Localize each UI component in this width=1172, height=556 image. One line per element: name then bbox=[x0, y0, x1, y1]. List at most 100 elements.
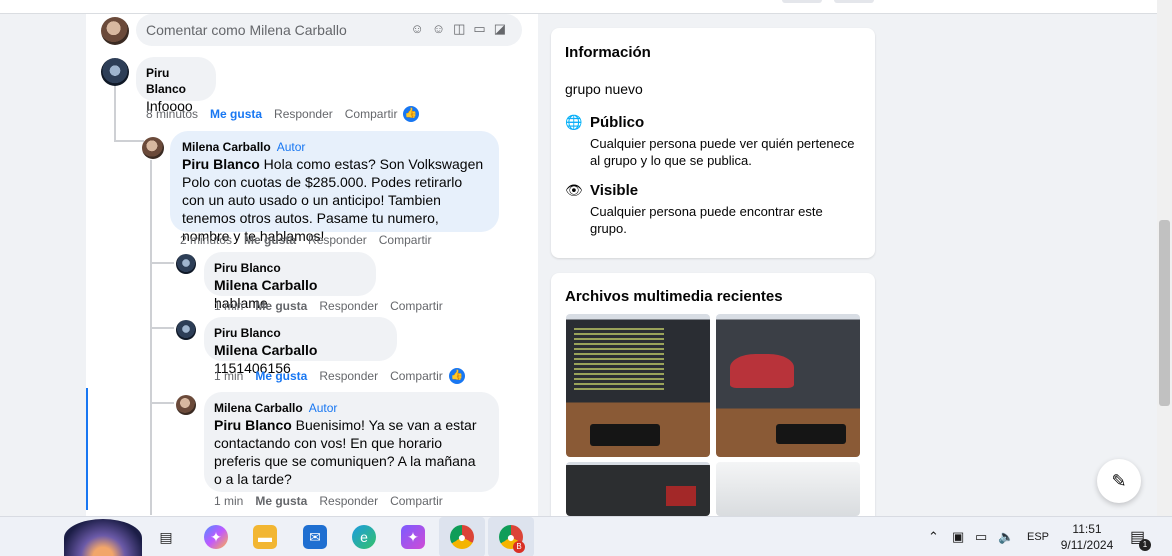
car-image bbox=[730, 354, 794, 388]
top-button-1[interactable] bbox=[782, 0, 822, 3]
comment-mention[interactable]: Piru Blanco bbox=[214, 417, 292, 433]
avatar[interactable] bbox=[176, 320, 196, 340]
console-image bbox=[776, 424, 846, 444]
author-badge: Autor bbox=[276, 140, 306, 154]
comment-bubble: Piru Blanco Infoooo bbox=[136, 57, 216, 114]
comment-input[interactable]: Comentar como Milena Carballo ☺☺◫▭◪ bbox=[136, 14, 522, 46]
globe-icon: 🌐 bbox=[565, 114, 583, 130]
comment-author[interactable]: Piru Blanco bbox=[146, 65, 204, 97]
share-button[interactable]: Compartir bbox=[345, 107, 398, 121]
comment-bubble: Piru Blanco Milena Carballo 1151406156 bbox=[204, 317, 397, 376]
visibility-title: Visible bbox=[590, 182, 639, 199]
group-description: grupo nuevo bbox=[565, 81, 643, 97]
reply-button[interactable]: Responder bbox=[319, 369, 378, 383]
privacy-row: 🌐 Público Cualquier persona puede ver qui… bbox=[565, 114, 855, 169]
weather-widget-icon[interactable] bbox=[64, 519, 142, 556]
network-icon[interactable]: ▭ bbox=[975, 529, 987, 545]
comment-mention[interactable]: Milena Carballo bbox=[214, 277, 317, 293]
edge-icon[interactable]: e bbox=[352, 525, 376, 549]
like-button[interactable]: Me gusta bbox=[255, 299, 307, 313]
author-name[interactable]: Milena Carballo bbox=[214, 401, 303, 415]
media-thumbnail[interactable] bbox=[716, 462, 860, 516]
clock[interactable]: 11:51 9/11/2024 bbox=[1052, 521, 1122, 553]
comment-actions: 8 minutos Me gusta Responder Compartir bbox=[146, 107, 409, 121]
reply-button[interactable]: Responder bbox=[274, 107, 333, 121]
comment-actions: 1 min Me gusta Responder Compartir bbox=[214, 494, 455, 508]
comment-time[interactable]: 8 minutos bbox=[146, 107, 198, 121]
camera-icon[interactable]: ◫ bbox=[453, 21, 473, 36]
emoji-icon[interactable]: ☺ bbox=[432, 21, 453, 36]
comment-author: Milena Carballo Autor bbox=[182, 139, 487, 155]
like-reaction-icon[interactable]: 👍 bbox=[449, 368, 465, 384]
comment-input-placeholder: Comentar como Milena Carballo bbox=[146, 22, 347, 38]
comment-mention[interactable]: Piru Blanco bbox=[182, 156, 260, 172]
comment-time[interactable]: 1 min bbox=[214, 369, 243, 383]
taskbar: ▤ ✦ ▬ ✉ e ✦ ● ● B ⌃ ▣ ▭ 🔈 ESP 11:51 9/11… bbox=[0, 516, 1172, 556]
thread-line bbox=[150, 160, 152, 515]
comment-actions: 1 min Me gusta Responder Compartir bbox=[214, 369, 455, 383]
comment-author[interactable]: Piru Blanco bbox=[214, 260, 364, 276]
like-reaction-icon[interactable]: 👍 bbox=[403, 106, 419, 122]
compose-icon: ✎ bbox=[1111, 471, 1127, 491]
reply-button[interactable]: Responder bbox=[319, 494, 378, 508]
left-pane bbox=[0, 14, 86, 516]
comment-author: Milena Carballo Autor bbox=[214, 400, 487, 416]
media-thumbnail[interactable] bbox=[716, 314, 860, 457]
like-button[interactable]: Me gusta bbox=[244, 233, 296, 247]
selected-thread-indicator bbox=[86, 388, 88, 510]
share-button[interactable]: Compartir bbox=[390, 369, 443, 383]
like-button[interactable]: Me gusta bbox=[255, 494, 307, 508]
console-image bbox=[590, 424, 660, 446]
new-message-button[interactable]: ✎ bbox=[1097, 459, 1141, 503]
avatar[interactable] bbox=[101, 17, 129, 45]
chevron-up-icon[interactable]: ⌃ bbox=[928, 529, 939, 545]
info-card: Información grupo nuevo 🌐 Público Cualqui… bbox=[551, 28, 875, 258]
meet-icon[interactable]: ▣ bbox=[952, 529, 964, 545]
like-button[interactable]: Me gusta bbox=[210, 107, 262, 121]
comment-time[interactable]: 2 minutos bbox=[180, 233, 232, 247]
share-button[interactable]: Compartir bbox=[390, 494, 443, 508]
chrome-profile-icon[interactable]: ● bbox=[450, 525, 474, 549]
top-button-2[interactable] bbox=[834, 0, 874, 3]
comment-mention[interactable]: Milena Carballo bbox=[214, 342, 317, 358]
comment-time[interactable]: 1 min bbox=[214, 494, 243, 508]
avatar[interactable] bbox=[176, 395, 196, 415]
gif-icon[interactable]: ▭ bbox=[473, 21, 493, 36]
chrome-profile-badge: B bbox=[513, 541, 525, 553]
comment-author[interactable]: Piru Blanco bbox=[214, 325, 385, 341]
file-explorer-icon[interactable]: ▬ bbox=[253, 525, 277, 549]
avatar[interactable] bbox=[142, 137, 164, 159]
sticker-icon[interactable]: ◪ bbox=[494, 21, 514, 36]
clock-time: 11:51 bbox=[1072, 522, 1102, 536]
privacy-title: Público bbox=[590, 114, 645, 131]
copilot-icon[interactable]: ✦ bbox=[204, 525, 228, 549]
volume-icon[interactable]: 🔈 bbox=[998, 529, 1014, 545]
media-thumbnail[interactable] bbox=[566, 462, 710, 516]
author-name[interactable]: Milena Carballo bbox=[182, 140, 271, 154]
language-indicator[interactable]: ESP bbox=[1027, 531, 1049, 543]
comment-actions: 1 min Me gusta Responder Compartir bbox=[214, 299, 455, 313]
reply-button[interactable]: Responder bbox=[308, 233, 367, 247]
share-button[interactable]: Compartir bbox=[379, 233, 432, 247]
media-title: Archivos multimedia recientes bbox=[565, 288, 783, 305]
media-thumbnail[interactable] bbox=[566, 314, 710, 457]
avatar-sticker-icon[interactable]: ☺ bbox=[411, 21, 432, 36]
avatar[interactable] bbox=[101, 58, 129, 86]
mail-icon[interactable]: ✉ bbox=[303, 525, 327, 549]
thread-line bbox=[150, 327, 174, 329]
comment-actions: 2 minutos Me gusta Responder Compartir bbox=[180, 233, 443, 247]
copilot-app-icon[interactable]: ✦ bbox=[401, 525, 425, 549]
share-button[interactable]: Compartir bbox=[390, 299, 443, 313]
comment-time[interactable]: 1 min bbox=[214, 299, 243, 313]
task-view-icon[interactable]: ▤ bbox=[154, 525, 178, 549]
visibility-row: 👁 Visible Cualquier persona puede encontr… bbox=[565, 182, 855, 237]
avatar[interactable] bbox=[176, 254, 196, 274]
author-badge: Autor bbox=[308, 401, 338, 415]
comment-bubble: Milena Carballo Autor Piru Blanco Hola co… bbox=[170, 131, 499, 244]
like-button[interactable]: Me gusta bbox=[255, 369, 307, 383]
scrollbar-thumb[interactable] bbox=[1159, 220, 1170, 406]
notification-count: 1 bbox=[1139, 539, 1151, 551]
reply-button[interactable]: Responder bbox=[319, 299, 378, 313]
clock-date: 9/11/2024 bbox=[1060, 538, 1114, 552]
thread-line bbox=[114, 86, 116, 142]
